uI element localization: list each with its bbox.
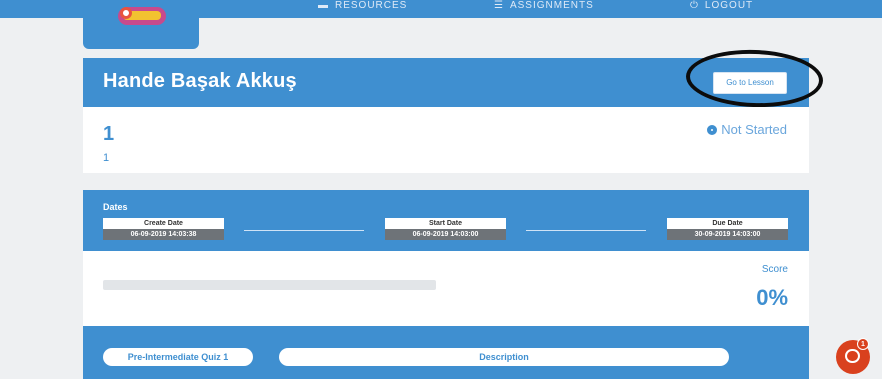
status-dot-icon: [707, 125, 718, 135]
due-date-box: Due Date 30-09-2019 14:03:00: [667, 218, 788, 242]
dates-label: Dates: [103, 202, 128, 212]
create-date-box: Create Date 06-09-2019 14:03:38: [103, 218, 224, 242]
chat-launcher-button[interactable]: 1: [836, 338, 870, 374]
status-text: Not Started: [721, 122, 787, 137]
assignment-info-card: 1 1 Not Started: [83, 107, 809, 173]
start-date-title: Start Date: [385, 218, 506, 229]
quiz-name-pill[interactable]: Pre-Intermediate Quiz 1: [103, 348, 253, 366]
power-icon: ⏻: [690, 0, 699, 11]
status-badge: Not Started: [707, 122, 787, 137]
nav-assignments[interactable]: ☰ ASSIGNMENTS: [494, 0, 594, 14]
start-date-box: Start Date 06-09-2019 14:03:00: [385, 218, 506, 242]
progress-bar: [103, 280, 436, 290]
book-icon: ▬: [318, 0, 329, 11]
timeline-connector: [526, 230, 646, 231]
nav-logout[interactable]: ⏻ LOGOUT: [690, 0, 753, 14]
start-date-value: 06-09-2019 14:03:00: [385, 229, 506, 240]
score-value: 0%: [756, 285, 788, 310]
timeline-connector: [244, 230, 364, 231]
dates-card: Dates Create Date 06-09-2019 14:03:38 St…: [83, 190, 809, 251]
score-card: Score 0%: [83, 251, 809, 326]
nav-resources[interactable]: ▬ RESOURCES: [318, 0, 407, 14]
description-header-pill: Description: [279, 348, 729, 366]
score-label: Score: [761, 264, 788, 275]
student-name: Hande Başak Akkuş: [103, 70, 297, 92]
create-date-title: Create Date: [103, 218, 224, 229]
due-date-title: Due Date: [667, 218, 788, 229]
list-icon: ☰: [494, 0, 504, 11]
due-date-value: 30-09-2019 14:03:00: [667, 229, 788, 240]
quiz-card: Pre-Intermediate Quiz 1 Description: [83, 326, 809, 379]
create-date-value: 06-09-2019 14:03:38: [103, 229, 224, 240]
assignment-number: 1: [103, 123, 115, 145]
chat-bubble-icon: [845, 349, 860, 363]
logo-tab[interactable]: [83, 0, 199, 49]
app-logo-icon: [118, 7, 166, 25]
assignment-subtext: 1: [103, 152, 110, 164]
chat-notification-badge: 1: [857, 338, 869, 350]
